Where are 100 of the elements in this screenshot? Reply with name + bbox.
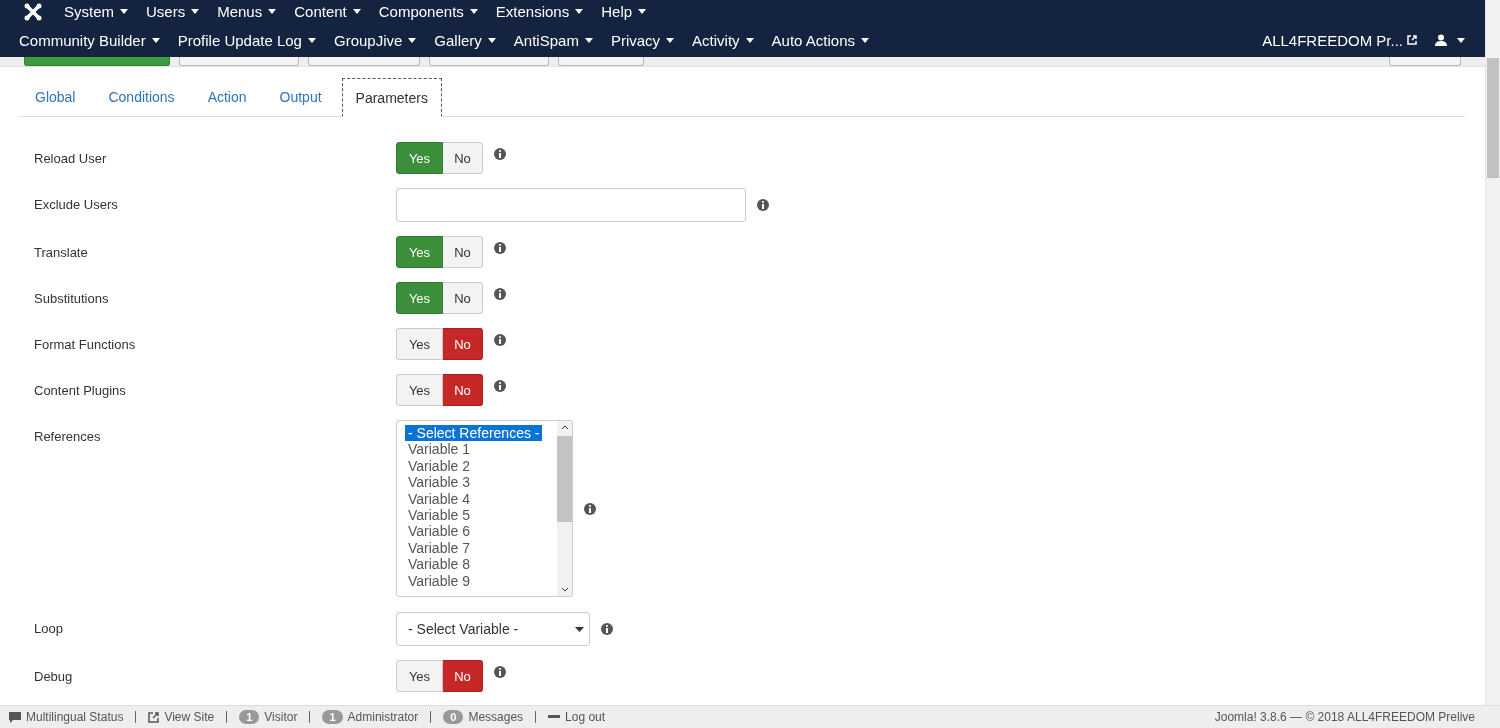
toggle-option[interactable]: No [443,660,483,692]
toggle-option[interactable]: No [443,282,483,314]
menu-item[interactable]: Community Builder [19,31,160,49]
tab[interactable]: Parameters [341,78,442,117]
field-label: References [34,428,102,444]
caret-icon [408,37,417,43]
caret-icon [861,37,869,43]
list-option[interactable]: Variable 1 [408,441,557,458]
info-icon[interactable] [494,148,506,160]
info-icon[interactable] [494,242,506,254]
toggle-option[interactable]: No [443,236,483,268]
info-icon[interactable] [757,199,769,211]
toggle-option[interactable]: Yes [396,282,443,314]
user-menu[interactable] [1435,34,1465,46]
count-badge: 0 [443,710,464,724]
status-link[interactable]: 1 Visitor [239,710,298,724]
scrollbar[interactable] [1485,0,1500,705]
caret-icon [191,9,200,14]
menu-item[interactable]: Help [601,3,647,20]
user-icon [1435,34,1447,46]
menu-item[interactable]: Content [294,3,361,20]
toggle-option[interactable]: Yes [396,660,443,692]
caret-icon [151,37,160,43]
toggle-option[interactable]: Yes [396,328,443,360]
toggle-option[interactable]: No [443,142,483,174]
count-badge: 1 [322,710,343,724]
text-field[interactable] [396,188,746,222]
tab[interactable]: Action [194,78,260,116]
info-icon[interactable] [494,288,506,300]
menu-item[interactable]: System [64,3,128,20]
list-option[interactable]: Variable 5 [408,507,557,524]
tab[interactable]: Global [22,78,89,116]
list-box[interactable]: - Select References - Variable 1 Variable 2 Variable 3 Variable 4 Variable 5 Variable 6 Variable 7 Variable 8 Variable 9 [396,420,573,597]
list-option[interactable]: - Select References - [405,425,542,442]
list-option[interactable]: Variable 4 [408,490,557,508]
menu-item[interactable]: Gallery [434,31,496,49]
caret-icon [352,9,361,14]
version-text: Joomla! 3.8.6 — © 2018 ALL4FREEDOM Prelive [1214,710,1475,724]
field-label: Substitutions [34,290,110,306]
caret-icon [1457,37,1465,43]
scroll-up-icon[interactable] [560,425,569,430]
caret-icon [268,9,277,14]
info-icon[interactable] [494,334,506,346]
list-option[interactable]: Variable 3 [408,474,557,491]
caret-icon [666,37,675,43]
list-option[interactable]: Variable 7 [408,539,557,557]
field-label: Translate [34,244,89,260]
menu-item[interactable]: Privacy [610,31,675,49]
info-icon[interactable] [584,502,596,515]
info-icon[interactable] [494,666,506,678]
dropdown[interactable]: - Select Variable - [396,612,590,646]
menu-item[interactable]: Activity [692,31,754,49]
field-label: Exclude Users [34,196,119,212]
field-label: Reload User [34,150,108,166]
count-badge: 1 [239,710,260,724]
list-option[interactable]: Variable 6 [408,523,557,540]
toggle-option[interactable]: Yes [396,142,443,174]
info-icon[interactable] [494,380,506,392]
toggle-option[interactable]: Yes [396,374,443,406]
status-link[interactable]: 0 Messages [443,710,524,724]
chat-icon [9,711,21,723]
status-link[interactable]: 1 Administrator [322,710,419,724]
menu-item[interactable]: Users [146,3,200,20]
caret-icon [469,9,478,14]
menu-item[interactable]: Extensions [495,3,584,20]
caret-icon [584,37,593,43]
scrollbar-thumb[interactable] [557,436,572,522]
menu-item[interactable]: Components [378,3,478,20]
external-link-icon [148,711,160,723]
toggle-option[interactable]: Yes [396,236,443,268]
scrollbar-thumb[interactable] [1487,58,1499,178]
field-label: Format Functions [34,336,137,352]
field-label: Loop [34,620,64,636]
menu-item[interactable]: AntiSpam [513,31,593,49]
info-icon[interactable] [601,623,613,635]
menu-item[interactable]: Auto Actions [771,31,869,49]
tab[interactable]: Output [266,78,335,116]
caret-icon [307,37,316,43]
menu-item[interactable]: GroupJive [333,31,417,49]
minus-icon [548,715,561,719]
status-link[interactable]: Log out [548,710,606,724]
menu-item[interactable]: Profile Update Log [177,31,316,49]
field-label: Debug [34,668,74,684]
scroll-down-icon[interactable] [560,587,569,592]
status-link[interactable]: Multilingual Status [9,710,124,724]
status-link[interactable]: View Site [148,710,215,724]
external-link-icon [1407,35,1417,45]
list-option[interactable]: Variable 9 [408,572,557,590]
site-link[interactable]: ALL4FREEDOM Pr... [1262,31,1417,49]
list-option[interactable]: Variable 8 [408,556,557,573]
caret-icon [638,9,647,14]
caret-icon [120,9,128,14]
logo-icon[interactable] [24,2,42,21]
caret-icon [575,9,584,14]
caret-icon [745,37,754,43]
tab[interactable]: Conditions [95,78,188,116]
menu-item[interactable]: Menus [217,3,277,20]
toggle-option[interactable]: No [443,374,483,406]
toggle-option[interactable]: No [443,328,483,360]
list-option[interactable]: Variable 2 [408,457,557,475]
